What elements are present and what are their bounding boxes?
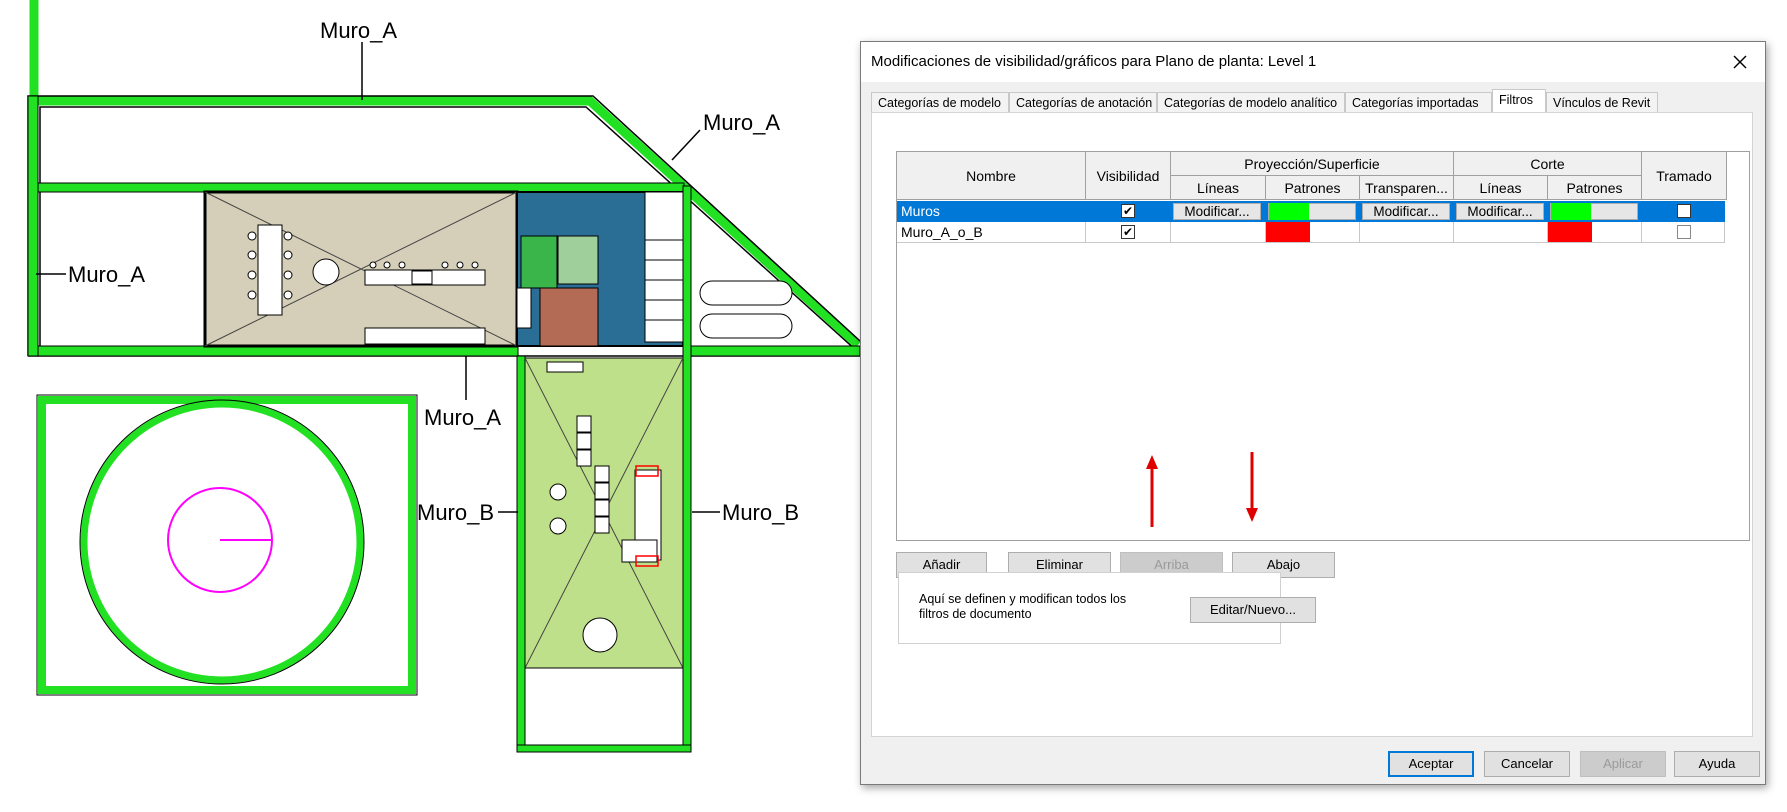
halftone-cell xyxy=(1642,222,1725,243)
help-button[interactable]: Ayuda xyxy=(1674,751,1760,777)
cut-patterns-cell xyxy=(1548,201,1642,222)
col-header-visibility[interactable]: Visibilidad xyxy=(1086,152,1171,200)
round-wall xyxy=(80,400,364,684)
document-filters-group: Aquí se definen y modifican todos los fi… xyxy=(898,572,1316,644)
proj-transparency-cell[interactable] xyxy=(1360,222,1454,243)
dialog-title: Modificaciones de visibilidad/gráficos p… xyxy=(871,53,1317,70)
round-table xyxy=(312,258,340,286)
proj-pattern-swatch xyxy=(1266,222,1310,242)
close-icon[interactable] xyxy=(1727,49,1753,75)
visibility-graphics-dialog: Modificaciones de visibilidad/gráficos p… xyxy=(860,41,1766,785)
wall-label-b-left: Muro_B xyxy=(417,500,494,525)
tab-model-categories[interactable]: Categorías de modelo xyxy=(871,92,1009,112)
cut-lines-cell: Modificar... xyxy=(1454,201,1548,222)
wall-label-bottom: Muro_A xyxy=(424,405,501,430)
down-arrow-annotation xyxy=(1246,452,1258,522)
proj-lines-override-button[interactable]: Modificar... xyxy=(1173,203,1261,220)
col-header-halftone[interactable]: Tramado xyxy=(1642,152,1727,200)
proj-patterns-cell xyxy=(1266,201,1360,222)
proj-pattern-swatch xyxy=(1269,203,1309,220)
parking-spots xyxy=(699,280,793,339)
lower-room xyxy=(524,667,684,753)
proj-lines-cell[interactable] xyxy=(1171,222,1266,243)
col-header-proj-transparency[interactable]: Transparen... xyxy=(1360,176,1454,200)
col-header-cut-patterns[interactable]: Patrones xyxy=(1548,176,1642,200)
cut-pattern-swatch xyxy=(1551,203,1591,220)
wall-label-top: Muro_A xyxy=(320,18,397,43)
filters-panel: Nombre Visibilidad Proyección/Superficie… xyxy=(871,112,1753,737)
col-header-proj-lines[interactable]: Líneas xyxy=(1171,176,1266,200)
halftone-checkbox[interactable] xyxy=(1677,204,1691,218)
title-bar: Modificaciones de visibilidad/gráficos p… xyxy=(861,42,1765,82)
table-row[interactable]: Muro_A_o_B ✔ xyxy=(897,222,1725,243)
col-header-cut-lines[interactable]: Líneas xyxy=(1454,176,1548,200)
tab-analytical-model-categories[interactable]: Categorías de modelo analítico xyxy=(1157,92,1345,112)
filter-name[interactable]: Muro_A_o_B xyxy=(897,222,1086,243)
table-row[interactable]: Muros ✔ Modificar... Modificar... Modifi… xyxy=(897,201,1725,222)
cut-pattern-swatch xyxy=(1548,222,1592,242)
cut-patterns-cell[interactable] xyxy=(1548,222,1642,243)
bottom-wall-right xyxy=(685,345,860,357)
bath-brown xyxy=(539,287,599,347)
edit-new-button[interactable]: Editar/Nuevo... xyxy=(1190,597,1316,623)
wall-label-diagonal: Muro_A xyxy=(703,110,780,135)
col-header-projection: Proyección/Superficie xyxy=(1171,152,1454,176)
muro-b-right xyxy=(682,185,692,753)
document-filters-description: Aquí se definen y modifican todos los fi… xyxy=(919,592,1127,621)
filter-name[interactable]: Muros xyxy=(897,201,1086,222)
proj-transparency-override-button[interactable]: Modificar... xyxy=(1362,203,1450,220)
up-arrow-annotation xyxy=(1146,455,1158,527)
tab-filters[interactable]: Filtros xyxy=(1492,89,1546,113)
col-header-proj-patterns[interactable]: Patrones xyxy=(1266,176,1360,200)
visibility-checkbox[interactable]: ✔ xyxy=(1121,225,1135,239)
cut-lines-override-button[interactable]: Modificar... xyxy=(1456,203,1544,220)
wall-label-left: Muro_A xyxy=(68,262,145,287)
proj-transparency-cell: Modificar... xyxy=(1360,201,1454,222)
bath-green-2 xyxy=(557,235,599,285)
visibility-checkbox[interactable]: ✔ xyxy=(1121,204,1135,218)
col-header-name[interactable]: Nombre xyxy=(897,152,1086,200)
filters-table: Nombre Visibilidad Proyección/Superficie… xyxy=(896,151,1750,541)
floor-plan: Muro_A Muro_A Muro_A Muro_A Muro_B Muro_… xyxy=(27,0,860,753)
tab-revit-links[interactable]: Vínculos de Revit xyxy=(1546,92,1658,112)
cut-lines-cell[interactable] xyxy=(1454,222,1548,243)
col-header-cut: Corte xyxy=(1454,152,1642,176)
apply-button[interactable]: Aplicar xyxy=(1580,751,1666,777)
tab-annotation-categories[interactable]: Categorías de anotación xyxy=(1009,92,1157,112)
bottom-wall-b xyxy=(516,744,692,753)
cancel-button[interactable]: Cancelar xyxy=(1484,751,1570,777)
proj-lines-cell: Modificar... xyxy=(1171,201,1266,222)
bath-green xyxy=(520,235,558,289)
halftone-checkbox[interactable] xyxy=(1677,225,1691,239)
halftone-cell xyxy=(1642,201,1725,222)
visibility-cell: ✔ xyxy=(1086,222,1171,243)
muro-b-left xyxy=(516,355,526,753)
ok-button[interactable]: Aceptar xyxy=(1388,751,1474,777)
proj-patterns-cell[interactable] xyxy=(1266,222,1360,243)
left-wall xyxy=(27,95,39,357)
closet xyxy=(516,287,532,329)
wall-label-b-right: Muro_B xyxy=(722,500,799,525)
visibility-cell: ✔ xyxy=(1086,201,1171,222)
tab-imported-categories[interactable]: Categorías importadas xyxy=(1345,92,1492,112)
